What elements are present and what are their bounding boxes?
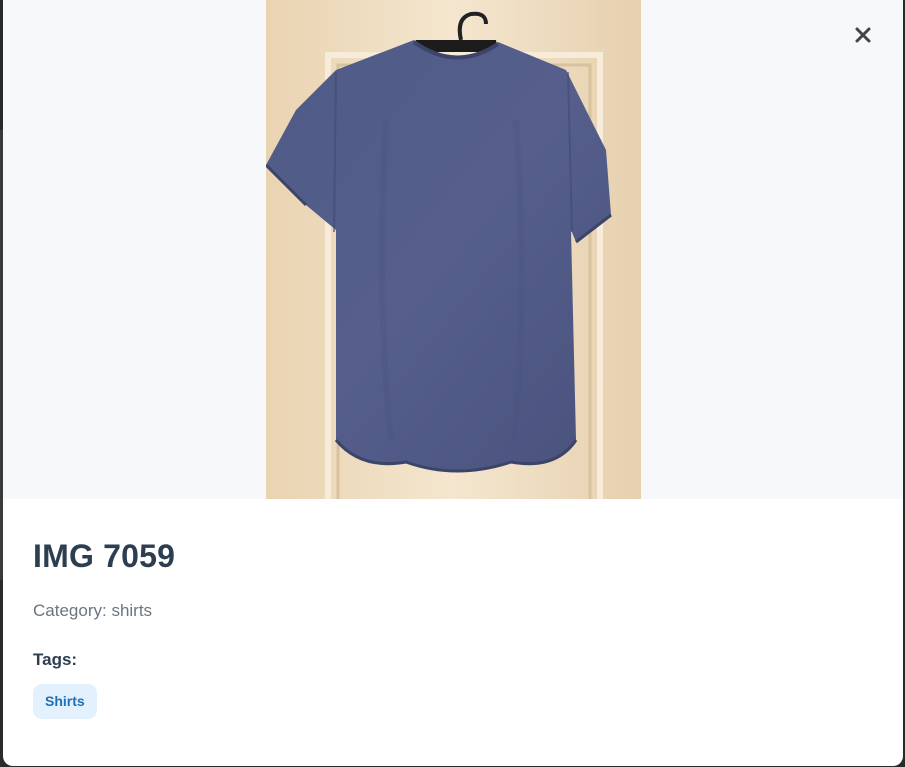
category-value: shirts [111, 601, 153, 620]
category-line: Category: shirts [33, 599, 873, 623]
close-icon [855, 27, 871, 43]
tags-heading: Tags: [33, 650, 78, 669]
shirt-photo [266, 0, 641, 499]
image-info-panel: IMG 7059 Category: shirts Tags: Shirts [33, 530, 873, 719]
close-button[interactable] [848, 20, 878, 50]
image-preview-area [3, 0, 903, 499]
tag-chip-shirts[interactable]: Shirts [33, 684, 97, 719]
shirt-photo-illustration [266, 0, 641, 499]
category-label: Category: [33, 601, 112, 620]
tag-list: Shirts [33, 684, 873, 719]
image-title: IMG 7059 [33, 538, 176, 574]
image-detail-modal: IMG 7059 Category: shirts Tags: Shirts [3, 0, 903, 766]
